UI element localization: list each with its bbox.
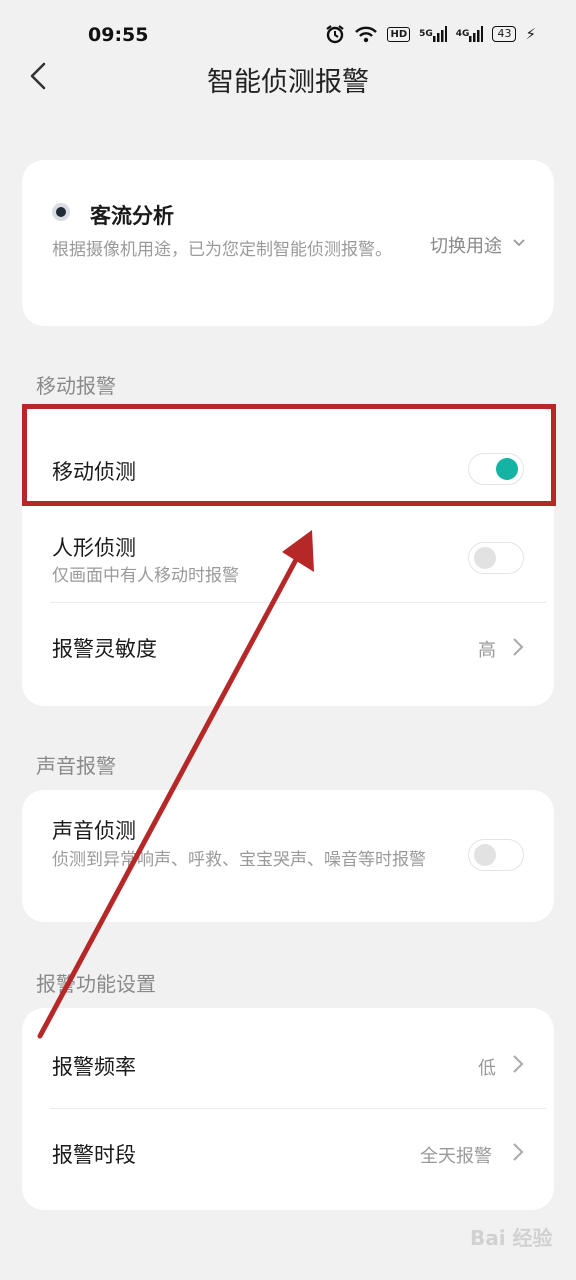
alarm-clock-icon — [325, 24, 345, 44]
battery-icon: 43 — [492, 26, 517, 42]
sensitivity-value: 高 — [478, 640, 496, 661]
chevron-right-icon — [513, 1143, 524, 1161]
section-title-settings: 报警功能设置 — [36, 972, 156, 996]
sensitivity-label: 报警灵敏度 — [52, 637, 157, 661]
wifi-icon — [354, 25, 378, 43]
signal-5g-label: 5G — [419, 29, 433, 39]
toggle-knob — [474, 547, 496, 569]
divider — [50, 602, 546, 603]
hd-voice-badge: HD — [387, 26, 411, 42]
signal-5g-icon: 5G — [419, 26, 447, 42]
human-detect-description: 仅画面中有人移动时报警 — [52, 566, 239, 586]
switch-usage-button[interactable]: 切换用途 — [430, 232, 530, 258]
status-icons: HD 5G 4G 43 ⚡ — [325, 24, 536, 44]
sound-detect-label: 声音侦测 — [52, 819, 136, 843]
page-title: 智能侦测报警 — [207, 67, 369, 98]
human-detect-label: 人形侦测 — [52, 536, 136, 560]
sound-detect-toggle[interactable] — [468, 839, 524, 871]
section-title-sound: 声音报警 — [36, 754, 116, 778]
signal-4g-label: 4G — [455, 29, 470, 39]
top-bar: 智能侦测报警 — [0, 48, 576, 108]
signal-4g-icon: 4G — [456, 26, 484, 42]
period-label: 报警时段 — [52, 1143, 136, 1167]
watermark: Bai 经验 — [470, 1226, 553, 1250]
camera-icon — [52, 203, 70, 221]
divider — [50, 1108, 546, 1109]
period-value: 全天报警 — [420, 1146, 492, 1167]
settings-card — [22, 1008, 554, 1210]
chevron-right-icon — [513, 1055, 524, 1073]
frequency-label: 报警频率 — [52, 1055, 136, 1079]
chevron-right-icon — [513, 638, 524, 656]
usage-name: 客流分析 — [90, 204, 174, 228]
charging-icon: ⚡ — [525, 25, 536, 43]
toggle-knob — [474, 844, 496, 866]
chevron-down-icon — [513, 239, 525, 247]
status-time: 09:55 — [88, 24, 149, 46]
usage-description: 根据摄像机用途，已为您定制智能侦测报警。 — [52, 240, 392, 260]
sound-detect-description: 侦测到异常响声、呼救、宝宝哭声、噪音等时报警 — [52, 850, 426, 870]
switch-usage-label: 切换用途 — [430, 236, 502, 257]
section-title-motion: 移动报警 — [36, 374, 116, 398]
human-detect-toggle[interactable] — [468, 542, 524, 574]
annotation-highlight-box — [22, 404, 556, 506]
frequency-value: 低 — [478, 1058, 496, 1079]
